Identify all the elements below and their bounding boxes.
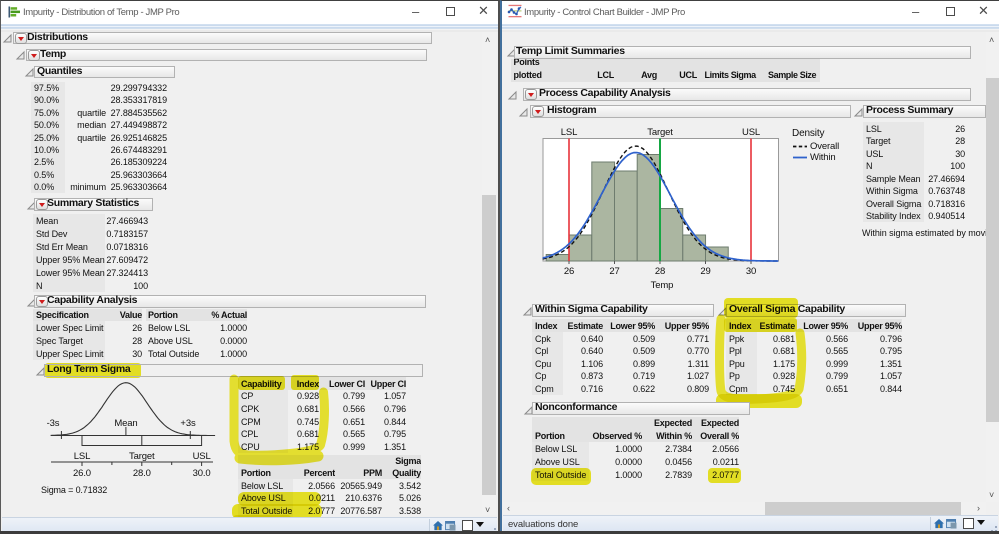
svg-text:26: 26 bbox=[564, 266, 574, 277]
svg-text:USL: USL bbox=[193, 451, 211, 462]
svg-text:Target: Target bbox=[647, 127, 673, 138]
svg-text:USL: USL bbox=[742, 127, 760, 138]
svg-text:28.0: 28.0 bbox=[133, 468, 151, 479]
svg-text:LSL: LSL bbox=[561, 127, 577, 138]
svg-text:-3s: -3s bbox=[47, 418, 60, 429]
svg-text:30.0: 30.0 bbox=[193, 468, 211, 479]
svg-text:Target: Target bbox=[129, 451, 155, 462]
svg-text:30: 30 bbox=[746, 266, 756, 277]
svg-text:27: 27 bbox=[609, 266, 619, 277]
svg-text:Temp: Temp bbox=[651, 280, 674, 291]
svg-text:29: 29 bbox=[700, 266, 710, 277]
svg-text:Mean: Mean bbox=[114, 418, 137, 429]
svg-text:28: 28 bbox=[655, 266, 665, 277]
svg-text:LSL: LSL bbox=[74, 451, 90, 462]
svg-text:+3s: +3s bbox=[180, 418, 196, 429]
svg-text:26.0: 26.0 bbox=[73, 468, 91, 479]
